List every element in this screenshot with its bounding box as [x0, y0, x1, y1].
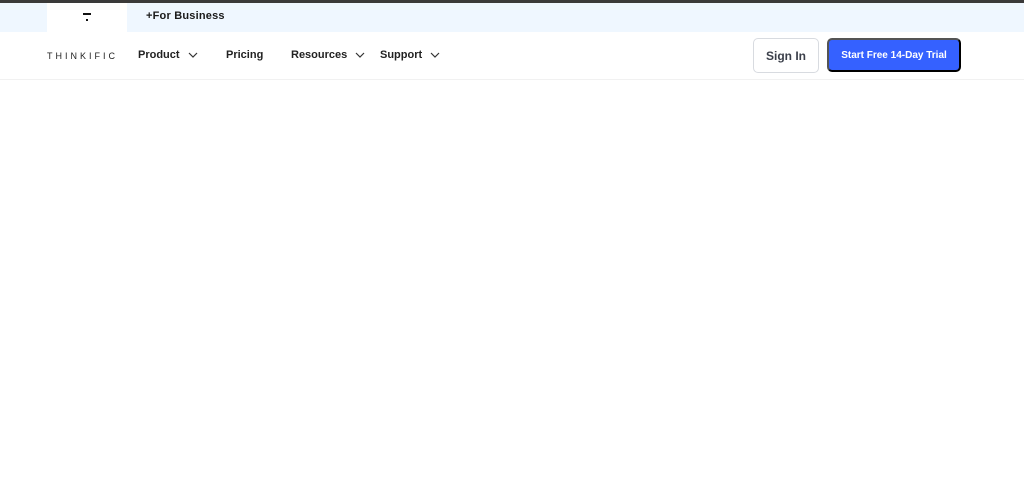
- nav-item-product[interactable]: Product: [138, 49, 198, 61]
- nav-item-label: Pricing: [226, 49, 264, 61]
- thinkific-logo[interactable]: THINKIFIC: [47, 51, 118, 61]
- nav-item-pricing[interactable]: Pricing: [226, 49, 263, 61]
- nav-item-support[interactable]: Support: [380, 49, 440, 61]
- chevron-down-icon: [355, 52, 365, 58]
- thinkific-t-mark-icon: [83, 12, 91, 23]
- page-content: [0, 81, 1024, 500]
- main-navbar: THINKIFIC Product Pricing Resources Supp…: [0, 32, 1024, 80]
- for-business-link[interactable]: +For Business: [146, 10, 225, 22]
- chevron-down-icon: [430, 52, 440, 58]
- sign-in-button[interactable]: Sign In: [753, 38, 819, 73]
- nav-item-label: Product: [138, 49, 180, 61]
- start-trial-button[interactable]: Start Free 14-Day Trial: [827, 38, 961, 72]
- nav-item-label: Resources: [291, 49, 348, 61]
- brand-tab[interactable]: [47, 3, 127, 32]
- nav-item-resources[interactable]: Resources: [291, 49, 365, 61]
- nav-item-label: Support: [380, 49, 423, 61]
- chevron-down-icon: [188, 52, 197, 58]
